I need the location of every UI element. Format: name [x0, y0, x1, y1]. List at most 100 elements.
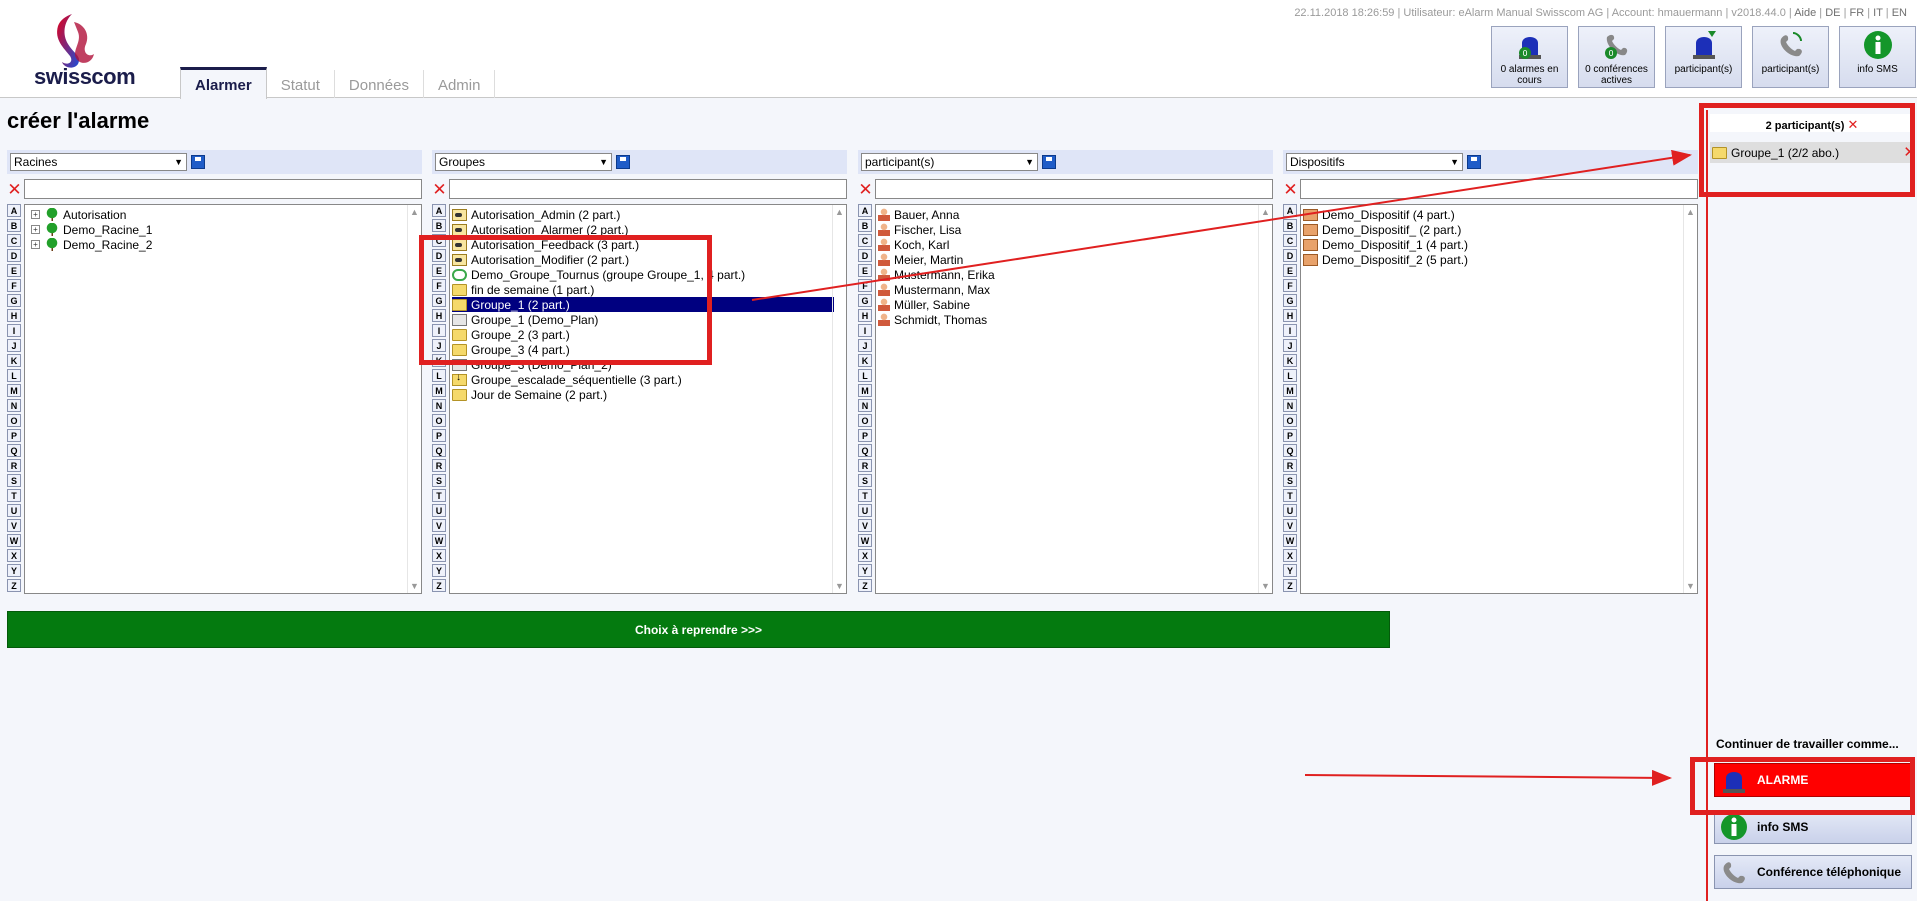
list-item[interactable]: Groupe_1 (Demo_Plan) [452, 312, 846, 327]
filter-input[interactable] [875, 179, 1273, 199]
letter-x[interactable]: X [7, 549, 21, 562]
letter-g[interactable]: G [1283, 294, 1297, 307]
list-item[interactable]: Demo_Dispositif_ (2 part.) [1303, 222, 1697, 237]
list-item[interactable]: Autorisation_Feedback (3 part.) [452, 237, 846, 252]
letter-c[interactable]: C [432, 234, 446, 247]
remove-selection-icon[interactable]: ✕ [1903, 143, 1916, 161]
lang-it-link[interactable]: IT [1873, 7, 1883, 19]
letter-z[interactable]: Z [1283, 579, 1297, 592]
letter-g[interactable]: G [858, 294, 872, 307]
list-item[interactable]: Autorisation_Alarmer (2 part.) [452, 222, 846, 237]
list-item[interactable]: Jour de Semaine (2 part.) [452, 387, 846, 402]
list-item[interactable]: + Demo_Racine_2 [27, 237, 421, 252]
letter-i[interactable]: I [1283, 324, 1297, 337]
letter-p[interactable]: P [7, 429, 21, 442]
letter-l[interactable]: L [7, 369, 21, 382]
participants-phone-button[interactable]: participant(s) [1752, 26, 1829, 88]
letter-v[interactable]: V [1283, 519, 1297, 532]
letter-r[interactable]: R [858, 459, 872, 472]
letter-e[interactable]: E [1283, 264, 1297, 277]
letter-m[interactable]: M [7, 384, 21, 397]
filter-input[interactable] [449, 179, 847, 199]
dispositifs-select[interactable]: Dispositifs ▼ [1286, 153, 1463, 171]
letter-k[interactable]: K [1283, 354, 1297, 367]
scroll-down-icon[interactable]: ▼ [835, 581, 844, 591]
list-item[interactable]: + Demo_Racine_1 [27, 222, 421, 237]
letter-q[interactable]: Q [858, 444, 872, 457]
letter-m[interactable]: M [1283, 384, 1297, 397]
letter-o[interactable]: O [432, 414, 446, 427]
letter-c[interactable]: C [1283, 234, 1297, 247]
clear-selection-icon[interactable]: ✕ [1848, 117, 1859, 132]
letter-q[interactable]: Q [7, 444, 21, 457]
letter-a[interactable]: A [7, 204, 21, 217]
scrollbar[interactable]: ▲ ▼ [1258, 205, 1272, 593]
letter-y[interactable]: Y [1283, 564, 1297, 577]
groupes-list[interactable]: Autorisation_Admin (2 part.) Autorisatio… [449, 204, 847, 594]
dispositifs-list[interactable]: Demo_Dispositif (4 part.) Demo_Dispositi… [1300, 204, 1698, 594]
letter-d[interactable]: D [432, 249, 446, 262]
info-sms-header-button[interactable]: info SMS [1839, 26, 1916, 88]
letter-y[interactable]: Y [858, 564, 872, 577]
letter-z[interactable]: Z [858, 579, 872, 592]
letter-l[interactable]: L [432, 369, 446, 382]
letter-n[interactable]: N [7, 399, 21, 412]
letter-i[interactable]: I [858, 324, 872, 337]
list-item[interactable]: fin de semaine (1 part.) [452, 282, 846, 297]
expand-icon[interactable]: + [31, 240, 40, 249]
letter-f[interactable]: F [858, 279, 872, 292]
letter-n[interactable]: N [1283, 399, 1297, 412]
save-icon[interactable] [1467, 155, 1481, 169]
list-item[interactable]: + Autorisation [27, 207, 421, 222]
scrollbar[interactable]: ▲ ▼ [407, 205, 421, 593]
expand-icon[interactable]: + [31, 225, 40, 234]
letter-y[interactable]: Y [432, 564, 446, 577]
letter-z[interactable]: Z [432, 579, 446, 592]
letter-w[interactable]: W [1283, 534, 1297, 547]
letter-z[interactable]: Z [7, 579, 21, 592]
letter-m[interactable]: M [858, 384, 872, 397]
letter-a[interactable]: A [858, 204, 872, 217]
letter-f[interactable]: F [432, 279, 446, 292]
letter-a[interactable]: A [432, 204, 446, 217]
filter-input[interactable] [24, 179, 422, 199]
letter-d[interactable]: D [858, 249, 872, 262]
alarm-button[interactable]: ALARME [1714, 763, 1912, 797]
list-item[interactable]: Demo_Groupe_Tournus (groupe Groupe_1, 4 … [452, 267, 846, 282]
letter-p[interactable]: P [858, 429, 872, 442]
letter-i[interactable]: I [432, 324, 446, 337]
letter-b[interactable]: B [858, 219, 872, 232]
letter-r[interactable]: R [7, 459, 21, 472]
letter-b[interactable]: B [432, 219, 446, 232]
letter-u[interactable]: U [432, 504, 446, 517]
choose-button[interactable]: Choix à reprendre >>> [7, 611, 1390, 648]
letter-g[interactable]: G [432, 294, 446, 307]
letter-c[interactable]: C [7, 234, 21, 247]
clear-filter-icon[interactable]: ✕ [7, 181, 22, 198]
list-item[interactable]: Groupe_escalade_séquentielle (3 part.) [452, 372, 846, 387]
letter-w[interactable]: W [858, 534, 872, 547]
letter-f[interactable]: F [7, 279, 21, 292]
help-link[interactable]: Aide [1794, 7, 1816, 19]
letter-k[interactable]: K [858, 354, 872, 367]
letter-h[interactable]: H [1283, 309, 1297, 322]
letter-q[interactable]: Q [432, 444, 446, 457]
scrollbar[interactable]: ▲ ▼ [832, 205, 846, 593]
lang-fr-link[interactable]: FR [1850, 7, 1865, 19]
letter-v[interactable]: V [432, 519, 446, 532]
letter-a[interactable]: A [1283, 204, 1297, 217]
list-item[interactable]: Fischer, Lisa [878, 222, 1272, 237]
scrollbar[interactable]: ▲ ▼ [1683, 205, 1697, 593]
letter-t[interactable]: T [7, 489, 21, 502]
letter-h[interactable]: H [858, 309, 872, 322]
letter-w[interactable]: W [432, 534, 446, 547]
letter-x[interactable]: X [858, 549, 872, 562]
save-icon[interactable] [616, 155, 630, 169]
letter-g[interactable]: G [7, 294, 21, 307]
scroll-down-icon[interactable]: ▼ [1686, 581, 1695, 591]
clear-filter-icon[interactable]: ✕ [432, 181, 447, 198]
letter-x[interactable]: X [1283, 549, 1297, 562]
expand-icon[interactable]: + [31, 210, 40, 219]
scroll-up-icon[interactable]: ▲ [835, 207, 844, 217]
list-item[interactable]: Müller, Sabine [878, 297, 1272, 312]
